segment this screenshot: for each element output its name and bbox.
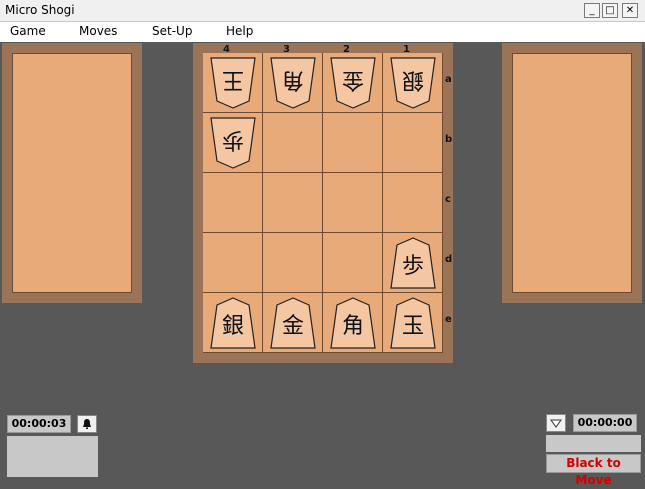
shogi-piece[interactable]: 銀 <box>388 56 438 110</box>
menu-help[interactable]: Help <box>226 24 253 38</box>
shogi-piece[interactable]: 歩 <box>208 116 258 170</box>
piece-label: 銀 <box>402 67 425 92</box>
shogi-piece[interactable]: 角 <box>268 56 318 110</box>
board-square[interactable] <box>383 173 443 233</box>
piece-label: 角 <box>341 314 364 339</box>
status-message: Black to Move <box>546 454 641 487</box>
right-info-panel <box>546 435 641 452</box>
right-clock: 00:00:00 <box>573 414 637 432</box>
piece-label: 玉 <box>401 314 424 339</box>
shogi-piece[interactable]: 金 <box>328 56 378 110</box>
file-label: 1 <box>403 44 410 55</box>
piece-label: 金 <box>342 67 365 92</box>
menu-game[interactable]: Game <box>10 24 46 38</box>
board-square[interactable] <box>263 173 323 233</box>
board-square[interactable] <box>323 173 383 233</box>
left-info-panel <box>7 436 98 477</box>
menu-moves[interactable]: Moves <box>79 24 117 38</box>
rank-label: e <box>445 314 452 325</box>
board-square[interactable] <box>203 233 263 293</box>
shogi-board[interactable]: 王角金銀歩歩銀金角玉 <box>203 53 443 353</box>
board-square[interactable] <box>203 173 263 233</box>
piece-label: 銀 <box>221 314 244 339</box>
minimize-button[interactable]: _ <box>584 3 600 18</box>
rank-label: b <box>445 134 453 145</box>
rank-label: a <box>445 74 452 85</box>
file-label: 2 <box>343 44 350 55</box>
piece-label: 歩 <box>401 254 424 279</box>
window-title: Micro Shogi <box>5 3 75 17</box>
shogi-piece[interactable]: 金 <box>268 296 318 350</box>
right-piece-stand[interactable] <box>502 43 642 303</box>
left-piece-stand[interactable] <box>2 43 142 303</box>
shogi-piece[interactable]: 角 <box>328 296 378 350</box>
down-triangle-icon[interactable] <box>546 414 566 432</box>
maximize-button[interactable]: □ <box>602 3 618 18</box>
piece-label: 金 <box>281 314 304 339</box>
menu-bar: Game Moves Set-Up Help <box>0 22 645 42</box>
piece-label: 王 <box>222 67 245 92</box>
piece-label: 歩 <box>222 127 245 152</box>
board-square[interactable] <box>323 233 383 293</box>
board-square[interactable] <box>263 113 323 173</box>
bell-icon[interactable] <box>77 415 97 433</box>
piece-label: 角 <box>282 67 305 92</box>
rank-label: d <box>445 254 453 265</box>
shogi-piece[interactable]: 銀 <box>208 296 258 350</box>
board-square[interactable] <box>263 233 323 293</box>
board-square[interactable] <box>383 113 443 173</box>
file-label: 3 <box>283 44 290 55</box>
shogi-piece[interactable]: 王 <box>208 56 258 110</box>
rank-label: c <box>445 194 451 205</box>
shogi-piece[interactable]: 玉 <box>388 296 438 350</box>
shogi-piece[interactable]: 歩 <box>388 236 438 290</box>
board-square[interactable] <box>323 113 383 173</box>
board-frame: 王角金銀歩歩銀金角玉 <box>193 43 453 363</box>
menu-setup[interactable]: Set-Up <box>152 24 192 38</box>
left-clock: 00:00:03 <box>7 415 71 433</box>
file-label: 4 <box>223 44 230 55</box>
title-bar: Micro Shogi _ □ ✕ <box>0 0 645 22</box>
close-button[interactable]: ✕ <box>622 3 638 18</box>
